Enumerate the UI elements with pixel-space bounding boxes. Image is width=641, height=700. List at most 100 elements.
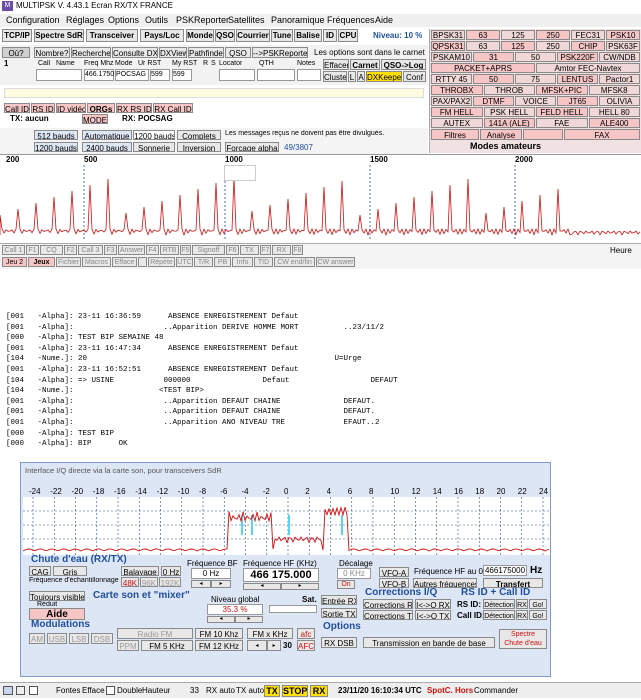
filtres-button[interactable]: Filtres	[431, 129, 479, 140]
nombre-button[interactable]: Nombre?	[34, 47, 70, 58]
checkbox-fontes[interactable]	[29, 686, 38, 695]
iq-swap-tx-button[interactable]: I<->Q TX	[415, 610, 451, 620]
mode-1-5-button[interactable]: PSK63F	[606, 41, 640, 51]
tab-rx-rs-id[interactable]: RX RS ID	[116, 103, 152, 113]
mode-field[interactable]: POCSAG	[115, 69, 149, 81]
decalage-value[interactable]: 0 KHz	[337, 568, 371, 579]
macro-button[interactable]: F6	[226, 245, 239, 255]
macro-button[interactable]: Fichier	[56, 257, 81, 267]
cag-button[interactable]: CAG	[29, 566, 51, 576]
mode-0-5-button[interactable]: PSK10	[606, 30, 640, 40]
tune-button[interactable]: Tune	[271, 29, 293, 42]
macro-button[interactable]: Answer	[118, 245, 145, 255]
effacer-button[interactable]: Effacer	[323, 59, 349, 70]
tx-button[interactable]: TX	[264, 685, 280, 697]
entree-rx-button[interactable]: Entrée RX	[321, 595, 357, 605]
mode-1-1-button[interactable]: 63	[466, 41, 500, 51]
macro-button[interactable]: RX	[272, 245, 291, 255]
fmx-button[interactable]: FM x KHz	[247, 628, 293, 639]
mode-4-0-button[interactable]: RTTY 45	[431, 74, 472, 84]
mode-1-4-button[interactable]: CHIP	[571, 41, 605, 51]
mode-0-2-button[interactable]: 125	[501, 30, 535, 40]
macro-button[interactable]	[138, 257, 147, 267]
macro-button[interactable]: Jeux	[28, 257, 55, 267]
corrections-rx-button[interactable]: Corrections RX	[363, 599, 413, 609]
rx-button[interactable]: RX	[310, 685, 328, 697]
mode-6-1-button[interactable]: DTMF	[473, 96, 514, 106]
status-fontes[interactable]: Fontes	[56, 686, 80, 695]
freq-hf-down[interactable]: ◂	[243, 583, 281, 590]
checkbox-double[interactable]	[106, 686, 115, 695]
tab-id-video[interactable]: ID vidéo	[56, 103, 86, 113]
menu-reglages[interactable]: Réglages	[66, 15, 104, 25]
macro-button[interactable]: Call 1	[2, 245, 25, 255]
pskreporter-button[interactable]: -->PSKReporter	[252, 47, 308, 58]
mode-6-3-button[interactable]: JT65	[557, 96, 598, 106]
l-button[interactable]: L	[348, 71, 356, 82]
macro-button[interactable]: UTC	[176, 257, 193, 267]
stop-button[interactable]: STOP	[282, 685, 308, 697]
call-field[interactable]	[36, 69, 82, 81]
macro-button[interactable]: PB	[214, 257, 231, 267]
dxview-button[interactable]: DXView	[159, 47, 187, 58]
tab-rs-id[interactable]: RS ID	[31, 103, 55, 113]
spectrum-cursor[interactable]	[224, 165, 256, 181]
ppm-button[interactable]: PPM	[117, 640, 139, 651]
corrections-tx-button[interactable]: Corrections TX	[363, 610, 413, 620]
macro-button[interactable]: TID	[254, 257, 273, 267]
baud-2400-button[interactable]: 2400 bauds	[82, 142, 132, 152]
monde-button[interactable]: Monde	[186, 29, 214, 42]
baud-1200-active[interactable]: 1200 bauds	[133, 130, 175, 140]
mode-6-0-button[interactable]: PAX/PAX2	[431, 96, 472, 106]
mode-2-0-button[interactable]: PSKAM10	[431, 52, 472, 62]
mod-lsb-button[interactable]: LSB	[69, 633, 89, 644]
macro-button[interactable]: Macros	[82, 257, 111, 267]
mode-8-0-button[interactable]: AUTEX	[431, 118, 483, 128]
mod-dsb-button[interactable]: DSB	[91, 633, 113, 644]
decalage-on-button[interactable]: On	[337, 580, 355, 589]
menu-aide[interactable]: Aide	[375, 15, 393, 25]
sonnerie-button[interactable]: Sonnerie	[133, 142, 175, 152]
ou-button[interactable]: Où?	[2, 47, 30, 58]
macro-button[interactable]: F3	[104, 245, 117, 255]
mode-0-3-button[interactable]: 250	[536, 30, 570, 40]
rate-96k-button[interactable]: 96K	[140, 577, 158, 587]
status-efface[interactable]: Efface	[82, 686, 105, 695]
a-button[interactable]: A	[357, 71, 365, 82]
mod-am-button[interactable]: AM	[29, 633, 45, 644]
tcpip-button[interactable]: TCP/IP	[2, 29, 32, 42]
mode-7-1-button[interactable]: PSK HELL	[483, 107, 535, 117]
carnet-button[interactable]: Carnet	[350, 59, 380, 70]
macro-button[interactable]: TX	[240, 245, 259, 255]
box-icon[interactable]	[16, 686, 25, 695]
fm12-button[interactable]: FM 12 KHz	[195, 640, 243, 651]
macro-button[interactable]: T/R	[194, 257, 213, 267]
balayage-button[interactable]: Balayage	[121, 566, 159, 576]
status-commander[interactable]: Commander	[474, 686, 518, 695]
mode-2-4-button[interactable]: CW/NDB	[599, 52, 640, 62]
menu-pskreporter[interactable]: PSKReporter	[176, 15, 229, 25]
zero-hz-button[interactable]: 0 Hz	[161, 566, 181, 576]
forcage-alpha-button[interactable]: Forçage alpha	[225, 142, 279, 152]
pathfinder-button[interactable]: Pathfinder	[188, 47, 224, 58]
menu-frequences[interactable]: Fréquences	[327, 15, 375, 25]
fmx-up[interactable]: ▸	[267, 640, 281, 651]
id-button[interactable]: ID	[323, 29, 337, 42]
fm5-button[interactable]: FM 5 KHz	[141, 640, 193, 651]
gris-button[interactable]: Gris	[53, 566, 87, 576]
my-rst-field[interactable]: 599	[172, 69, 192, 81]
mode-4-3-button[interactable]: LENTUS	[557, 74, 598, 84]
cpu-button[interactable]: CPU	[338, 29, 358, 42]
locator-field[interactable]	[219, 69, 255, 81]
macro-button[interactable]: F2	[64, 245, 77, 255]
mod-usb-button[interactable]: USB	[47, 633, 67, 644]
courrier-button[interactable]: Courrier	[236, 29, 270, 42]
macro-button[interactable]: F5	[180, 245, 191, 255]
save-icon[interactable]	[3, 686, 13, 695]
mode-0-0-button[interactable]: BPSK31	[431, 30, 465, 40]
macro-button[interactable]: CW answer	[316, 257, 355, 267]
menu-configuration[interactable]: Configuration	[6, 15, 60, 25]
macro-button[interactable]: RTB	[160, 245, 179, 255]
balise-button[interactable]: Balise	[294, 29, 322, 42]
rx-dsb-button[interactable]: RX DSB	[321, 637, 357, 648]
